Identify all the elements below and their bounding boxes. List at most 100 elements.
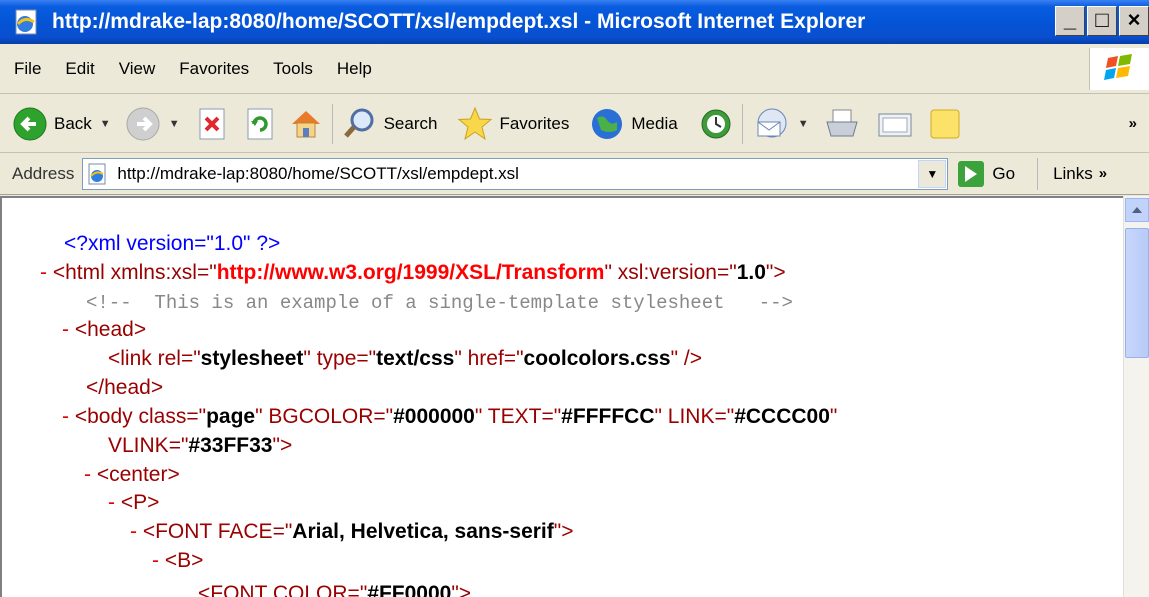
attr-value: #33FF33 [188,434,273,457]
links-overflow-chevron[interactable]: » [1099,165,1107,182]
tag-text: <body [74,405,139,428]
collapse-toggle[interactable]: - [130,520,137,543]
links-button[interactable]: Links [1053,164,1093,184]
tag-end: "> [553,520,574,543]
back-arrow-icon [13,107,47,140]
xml-line-vlink: VLINK="#33FF33"> [108,432,292,460]
attr-name: class=" [138,405,207,428]
menu-view[interactable]: View [119,59,156,79]
maximize-button[interactable]: □ [1087,6,1117,36]
window-controls: _ □ × [1053,6,1149,36]
favorites-button[interactable]: Favorites [457,102,569,146]
toolbar-separator [741,103,744,144]
attr-quote: " [829,405,838,428]
menu-edit[interactable]: Edit [65,59,94,79]
tag-text: <center> [96,463,180,486]
attr-value: #CCCC00 [734,405,830,428]
collapse-toggle[interactable]: - [62,318,69,341]
address-bar: Address http://mdrake-lap:8080/home/SCOT… [0,153,1149,195]
scroll-up-icon[interactable] [1125,198,1149,222]
xml-line-b: - <B> [152,547,203,575]
notes-button[interactable] [927,102,963,146]
attr-name: " type=" [303,347,377,370]
attr-name: " LINK=" [654,405,735,428]
tag-text: <FONT [142,520,218,543]
address-input[interactable]: http://mdrake-lap:8080/home/SCOTT/xsl/em… [82,157,949,190]
history-button[interactable] [698,102,734,146]
ie-page-icon [12,7,42,37]
tag-text: <P> [120,491,160,514]
sticky-note-icon [930,109,960,138]
media-button[interactable]: Media [589,102,678,146]
refresh-icon [247,108,273,139]
forward-arrow-icon [126,107,160,140]
forward-button[interactable]: ▼ [125,102,180,146]
address-separator [1037,157,1040,190]
menu-bar: File Edit View Favorites Tools Help [0,44,1149,94]
xml-line-html: - <html xmlns:xsl="http://www.w3.org/199… [40,259,786,287]
refresh-button[interactable] [244,102,276,146]
tag-text: <head> [74,318,147,341]
collapse-toggle[interactable]: - [40,261,47,284]
collapse-toggle[interactable]: - [152,549,159,572]
menu-tools[interactable]: Tools [273,59,313,79]
attr-value: #FF0000 [367,582,452,597]
xml-line-font-color: <FONT COLOR="#FF0000"> [198,580,471,597]
collapse-toggle[interactable]: - [108,491,115,514]
back-button[interactable]: Back ▼ [12,102,111,146]
collapse-toggle[interactable]: - [84,463,91,486]
tag-end: "> [765,261,786,284]
menu-favorites[interactable]: Favorites [179,59,249,79]
edit-page-icon [878,113,912,136]
xml-comment: <!-- This is an example of a single-temp… [86,288,793,317]
attr-name: " href=" [454,347,524,370]
xml-line-center: - <center> [84,461,180,489]
edit-button[interactable] [875,102,915,146]
attr-name: " TEXT=" [474,405,562,428]
print-button[interactable] [823,102,861,146]
xml-line-font: - <FONT FACE="Arial, Helvetica, sans-ser… [130,518,573,546]
home-button[interactable] [288,102,324,146]
tag-end: "> [451,582,472,597]
xml-line-p: - <P> [108,489,159,517]
close-button[interactable]: × [1119,6,1149,36]
go-button[interactable]: Go [958,160,1015,187]
address-url[interactable]: http://mdrake-lap:8080/home/SCOTT/xsl/em… [117,164,519,184]
attr-name: xsl:version=" [617,261,737,284]
stop-button[interactable] [196,102,228,146]
vertical-scrollbar[interactable] [1123,196,1149,597]
stop-icon [199,108,225,139]
comment-text: <!-- This is an example of a single-temp… [86,292,793,314]
search-button[interactable]: Search [342,102,437,146]
menu-file[interactable]: File [14,59,41,79]
tag-text: <link [108,347,158,370]
mail-dropdown-icon[interactable]: ▼ [798,118,809,130]
attr-name: COLOR=" [272,582,368,597]
attr-name: xmlns:xsl=" [110,261,217,284]
star-icon [458,106,493,140]
back-dropdown-icon[interactable]: ▼ [100,118,111,130]
attr-name: FACE=" [217,520,293,543]
tag-text: <B> [164,549,204,572]
attr-name: VLINK=" [108,434,189,457]
attr-value: #FFFFCC [561,405,655,428]
toolbar-overflow-chevron[interactable]: » [1129,115,1137,132]
mail-button[interactable]: ▼ [752,102,809,146]
title-bar: http://mdrake-lap:8080/home/SCOTT/xsl/em… [0,0,1149,44]
address-dropdown-icon[interactable]: ▼ [918,159,947,188]
attr-name: rel=" [157,347,201,370]
forward-dropdown-icon[interactable]: ▼ [169,118,180,130]
xml-line-head: - <head> [62,316,146,344]
media-label: Media [631,113,678,133]
menu-help[interactable]: Help [337,59,372,79]
page-icon [88,163,106,184]
scroll-thumb[interactable] [1125,228,1149,358]
tag-text: <html [52,261,111,284]
windows-logo-icon [1089,48,1149,90]
minimize-button[interactable]: _ [1055,6,1085,36]
xml-pi-text: <?xml version="1.0" ?> [64,232,281,255]
collapse-toggle[interactable]: - [62,405,69,428]
tag-text: <FONT [198,582,273,597]
back-label: Back [54,113,92,133]
search-icon [343,108,374,138]
